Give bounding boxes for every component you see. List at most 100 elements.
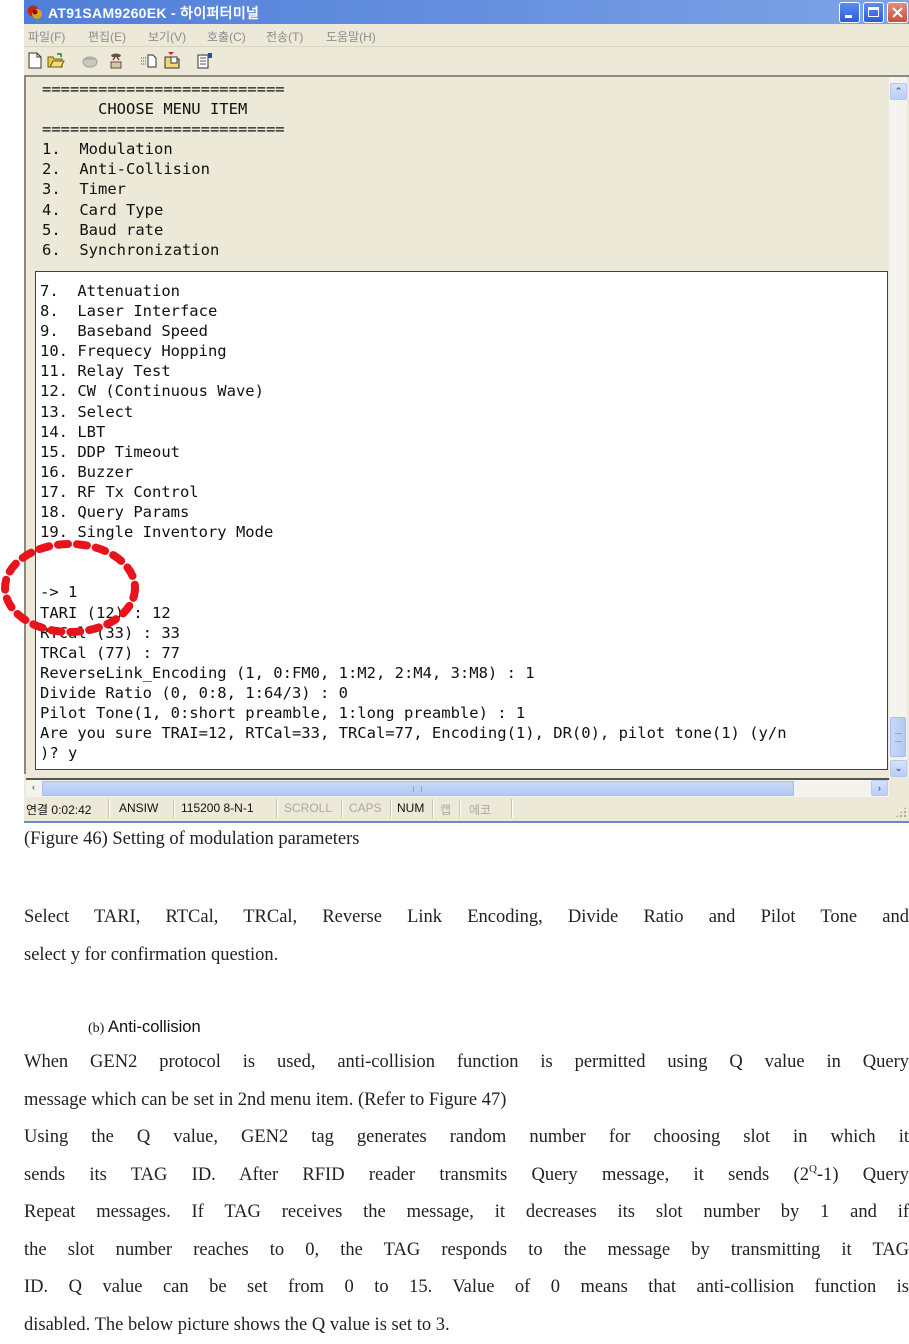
menu-help[interactable]: 도움말(H) (326, 28, 376, 45)
disconnect-phone-icon[interactable] (107, 52, 125, 69)
section-marker: (b) (88, 1021, 104, 1036)
terminal-upper-text: ========================== CHOOSE MENU I… (42, 79, 285, 260)
paragraph-line: Select TARI, RTCal, TRCal, Reverse Link … (24, 899, 909, 937)
maximize-button[interactable] (863, 2, 884, 23)
terminal-line: Are you sure TRAI=12, RTCal=33, TRCal=77… (40, 723, 787, 743)
terminal-line: 16. Buzzer (40, 462, 787, 482)
status-emulation: ANSIW (119, 801, 158, 815)
menu-bar: 파일(F) 편집(E) 보기(V) 호출(C) 전송(T) 도움말(H) (24, 24, 909, 47)
status-divider (459, 799, 461, 818)
terminal-line: 18. Query Params (40, 502, 787, 522)
section-heading-anti-collision: (b) Anti-collision (88, 1018, 201, 1037)
status-divider (432, 799, 434, 818)
terminal-line: 9. Baseband Speed (40, 321, 787, 341)
paragraph-line: Using the Q value, GEN2 tag generates ra… (24, 1119, 909, 1157)
paragraph-line: Repeat messages. If TAG receives the mes… (24, 1194, 909, 1232)
terminal-upper-pane: ========================== CHOOSE MENU I… (24, 77, 889, 267)
connect-phone-icon[interactable] (81, 52, 99, 69)
terminal-output[interactable]: 7. Attenuation8. Laser Interface9. Baseb… (35, 271, 888, 770)
new-icon[interactable] (26, 52, 44, 69)
scroll-left-button[interactable]: ‹ (26, 780, 41, 796)
status-divider (108, 799, 110, 818)
paragraph-line: message which can be set in 2nd menu ite… (24, 1082, 909, 1120)
paragraph-line: select y for confirmation question. (24, 937, 909, 975)
terminal-line: 11. Relay Test (40, 361, 787, 381)
status-connection-time: 연결 0:02:42 (26, 801, 91, 818)
terminal-line: TARI (12) : 12 (40, 603, 787, 623)
menu-view[interactable]: 보기(V) (148, 28, 186, 45)
terminal-line: 12. CW (Continuous Wave) (40, 381, 787, 401)
terminal-line: 8. Laser Interface (40, 301, 787, 321)
status-divider (390, 799, 392, 818)
paragraph-modulation: Select TARI, RTCal, TRCal, Reverse Link … (24, 899, 909, 974)
menu-transfer[interactable]: 전송(T) (266, 28, 303, 45)
menu-call[interactable]: 호출(C) (207, 28, 246, 45)
grip-icon (413, 786, 422, 792)
receive-icon[interactable] (163, 52, 181, 69)
chevron-down-icon: ⌄ (895, 763, 903, 773)
scroll-right-button[interactable]: › (871, 780, 888, 796)
paragraph-line: the slot number reaches to 0, the TAG re… (24, 1232, 909, 1270)
terminal-line: Pilot Tone(1, 0:short preamble, 1:long p… (40, 703, 787, 723)
status-scroll: SCROLL (284, 801, 332, 815)
minimize-button[interactable] (839, 2, 860, 23)
paragraph-anti-collision: When GEN2 protocol is used, anti-collisi… (24, 1044, 909, 1344)
paragraph-line: disabled. The below picture shows the Q … (24, 1307, 909, 1344)
terminal-line: 17. RF Tx Control (40, 482, 787, 502)
status-capture: 캡 (440, 801, 451, 818)
status-divider (276, 799, 278, 818)
vertical-scroll-thumb[interactable] (890, 717, 906, 757)
status-bar: 연결 0:02:42 ANSIW 115200 8-N-1 SCROLL CAP… (24, 797, 909, 823)
terminal-lower-text: 7. Attenuation8. Laser Interface9. Baseb… (40, 281, 787, 763)
terminal-line: 6. Synchronization (42, 240, 285, 260)
status-num: NUM (397, 801, 424, 815)
terminal-line: 2. Anti-Collision (42, 159, 285, 179)
menu-file[interactable]: 파일(F) (28, 28, 65, 45)
status-caps: CAPS (349, 801, 382, 815)
terminal-line (40, 562, 787, 582)
menu-edit[interactable]: 편집(E) (88, 28, 126, 45)
resize-grip-icon[interactable] (895, 806, 907, 818)
hyperterminal-window: AT91SAM9260EK - 하이퍼터미널 파일(F) 편집(E) 보기(V)… (24, 0, 909, 822)
status-divider (173, 799, 175, 818)
hyperterminal-phone-icon (27, 4, 43, 20)
terminal-line: RTCal (33) : 33 (40, 623, 787, 643)
window-title: AT91SAM9260EK - 하이퍼터미널 (48, 3, 259, 23)
chevron-right-icon: › (878, 783, 881, 793)
scroll-down-button[interactable]: ⌄ (890, 760, 907, 777)
terminal-line: 19. Single Inventory Mode (40, 522, 787, 542)
terminal-line: -> 1 (40, 582, 787, 602)
open-folder-icon[interactable] (47, 52, 65, 69)
properties-icon[interactable] (196, 52, 214, 69)
terminal-line (40, 542, 787, 562)
status-port-settings: 115200 8-N-1 (181, 801, 254, 815)
terminal-line: 15. DDP Timeout (40, 442, 787, 462)
toolbar (24, 47, 909, 77)
highlight-circle-annotation (0, 538, 142, 638)
text-run: sends its TAG ID. After RFID reader tran… (24, 1165, 809, 1185)
figure-caption: (Figure 46) Setting of modulation parame… (24, 829, 909, 850)
vertical-scrollbar[interactable]: ⌃ ⌄ (889, 77, 907, 777)
section-title: Anti-collision (108, 1018, 201, 1036)
terminal-line: TRCal (77) : 77 (40, 643, 787, 663)
terminal-line: 10. Frequecy Hopping (40, 341, 787, 361)
horizontal-scrollbar[interactable]: ‹ › (26, 778, 889, 798)
status-divider (341, 799, 343, 818)
terminal-line: CHOOSE MENU ITEM (42, 99, 285, 119)
terminal-line: ========================== (42, 79, 285, 99)
terminal-line: ReverseLink_Encoding (1, 0:FM0, 1:M2, 2:… (40, 663, 787, 683)
terminal-line: 7. Attenuation (40, 281, 787, 301)
horizontal-scroll-thumb[interactable] (42, 781, 794, 796)
chevron-up-icon: ⌃ (895, 86, 903, 96)
send-icon[interactable] (140, 52, 158, 69)
minimize-icon (845, 15, 852, 18)
title-bar[interactable]: AT91SAM9260EK - 하이퍼터미널 (24, 0, 909, 24)
close-button[interactable] (887, 2, 908, 23)
paragraph-line: sends its TAG ID. After RFID reader tran… (24, 1157, 909, 1195)
scroll-up-button[interactable]: ⌃ (890, 83, 907, 100)
terminal-line: 1. Modulation (42, 139, 285, 159)
chevron-left-icon: ‹ (32, 782, 35, 792)
terminal-line: 5. Baud rate (42, 220, 285, 240)
paragraph-line: When GEN2 protocol is used, anti-collisi… (24, 1044, 909, 1082)
terminal-line: 3. Timer (42, 179, 285, 199)
